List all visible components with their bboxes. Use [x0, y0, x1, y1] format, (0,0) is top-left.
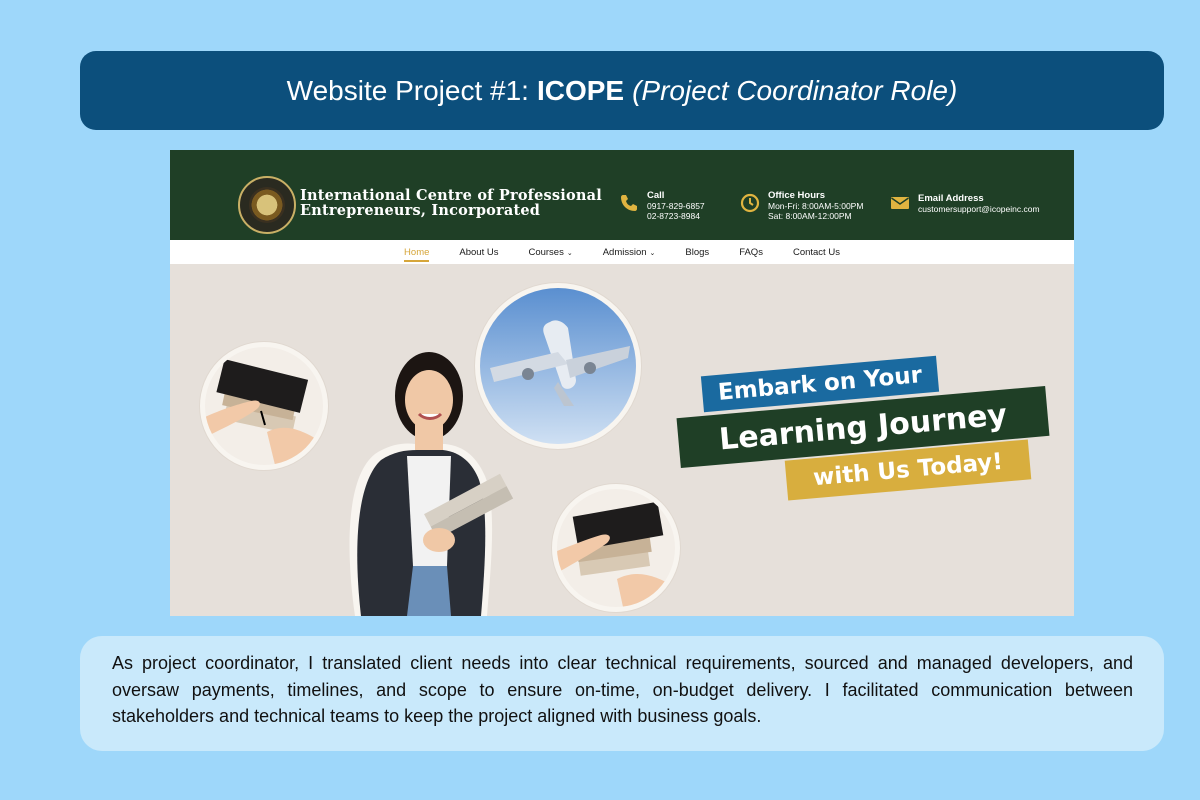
nav-home[interactable]: Home — [404, 243, 430, 262]
org-name-line1: International Centre of Professional — [300, 187, 602, 204]
call-number-1: 0917-829-6857 — [647, 201, 705, 211]
email-info[interactable]: Email Address customersupport@icopeinc.c… — [890, 190, 1040, 214]
org-name-line2: Entrepreneurs, Incorporated — [300, 202, 541, 219]
org-name[interactable]: International Centre of Professional Ent… — [300, 188, 602, 218]
book-hand-image — [205, 359, 323, 465]
nav-blogs[interactable]: Blogs — [685, 243, 709, 262]
student-photo — [349, 352, 514, 616]
email-icon — [891, 197, 909, 209]
call-info[interactable]: Call 0917-829-6857 02-8723-8984 — [619, 190, 705, 221]
phone-icon — [621, 195, 637, 211]
nav-courses-label: Courses — [528, 246, 564, 258]
hours-weekday: Mon-Fri: 8:00AM-5:00PM — [768, 201, 864, 211]
email-address: customersupport@icopeinc.com — [918, 204, 1040, 214]
nav-faqs[interactable]: FAQs — [739, 243, 763, 262]
clock-icon — [740, 193, 760, 213]
nav-about[interactable]: About Us — [459, 243, 498, 262]
book-photo-circle-right — [552, 484, 680, 612]
logo-seal-icon[interactable] — [238, 176, 296, 234]
project-title-bar: Website Project #1: ICOPE (Project Coord… — [80, 51, 1164, 130]
hero-text-line3: with Us Today! — [812, 448, 1004, 492]
title-role: (Project Coordinator Role) — [632, 74, 958, 106]
call-number-2: 02-8723-8984 — [647, 211, 700, 221]
title-project-name: ICOPE — [536, 74, 625, 106]
chevron-down-icon: ⌄ — [566, 249, 573, 257]
description-text: As project coordinator, I translated cli… — [112, 653, 1133, 726]
nav-admission[interactable]: Admission ⌄ — [603, 243, 656, 262]
email-heading: Email Address — [918, 193, 984, 204]
book-hand-image — [557, 501, 675, 607]
chevron-down-icon: ⌄ — [649, 249, 656, 257]
website-screenshot: International Centre of Professional Ent… — [170, 150, 1074, 616]
site-nav: Home About Us Courses ⌄ Admission ⌄ Blogs … — [170, 240, 1074, 264]
title-prefix: Website Project #1: — [286, 74, 529, 106]
nav-courses[interactable]: Courses ⌄ — [528, 243, 572, 262]
hours-heading: Office Hours — [768, 190, 826, 201]
nav-admission-label: Admission — [602, 246, 647, 258]
hours-saturday: Sat: 8:00AM-12:00PM — [768, 211, 852, 221]
nav-contact[interactable]: Contact Us — [793, 243, 840, 262]
call-heading: Call — [647, 190, 665, 201]
office-hours-info: Office Hours Mon-Fri: 8:00AM-5:00PM Sat:… — [740, 190, 863, 221]
project-description: As project coordinator, I translated cli… — [80, 636, 1164, 751]
site-header: International Centre of Professional Ent… — [170, 150, 1074, 240]
book-photo-circle-left — [200, 342, 328, 470]
